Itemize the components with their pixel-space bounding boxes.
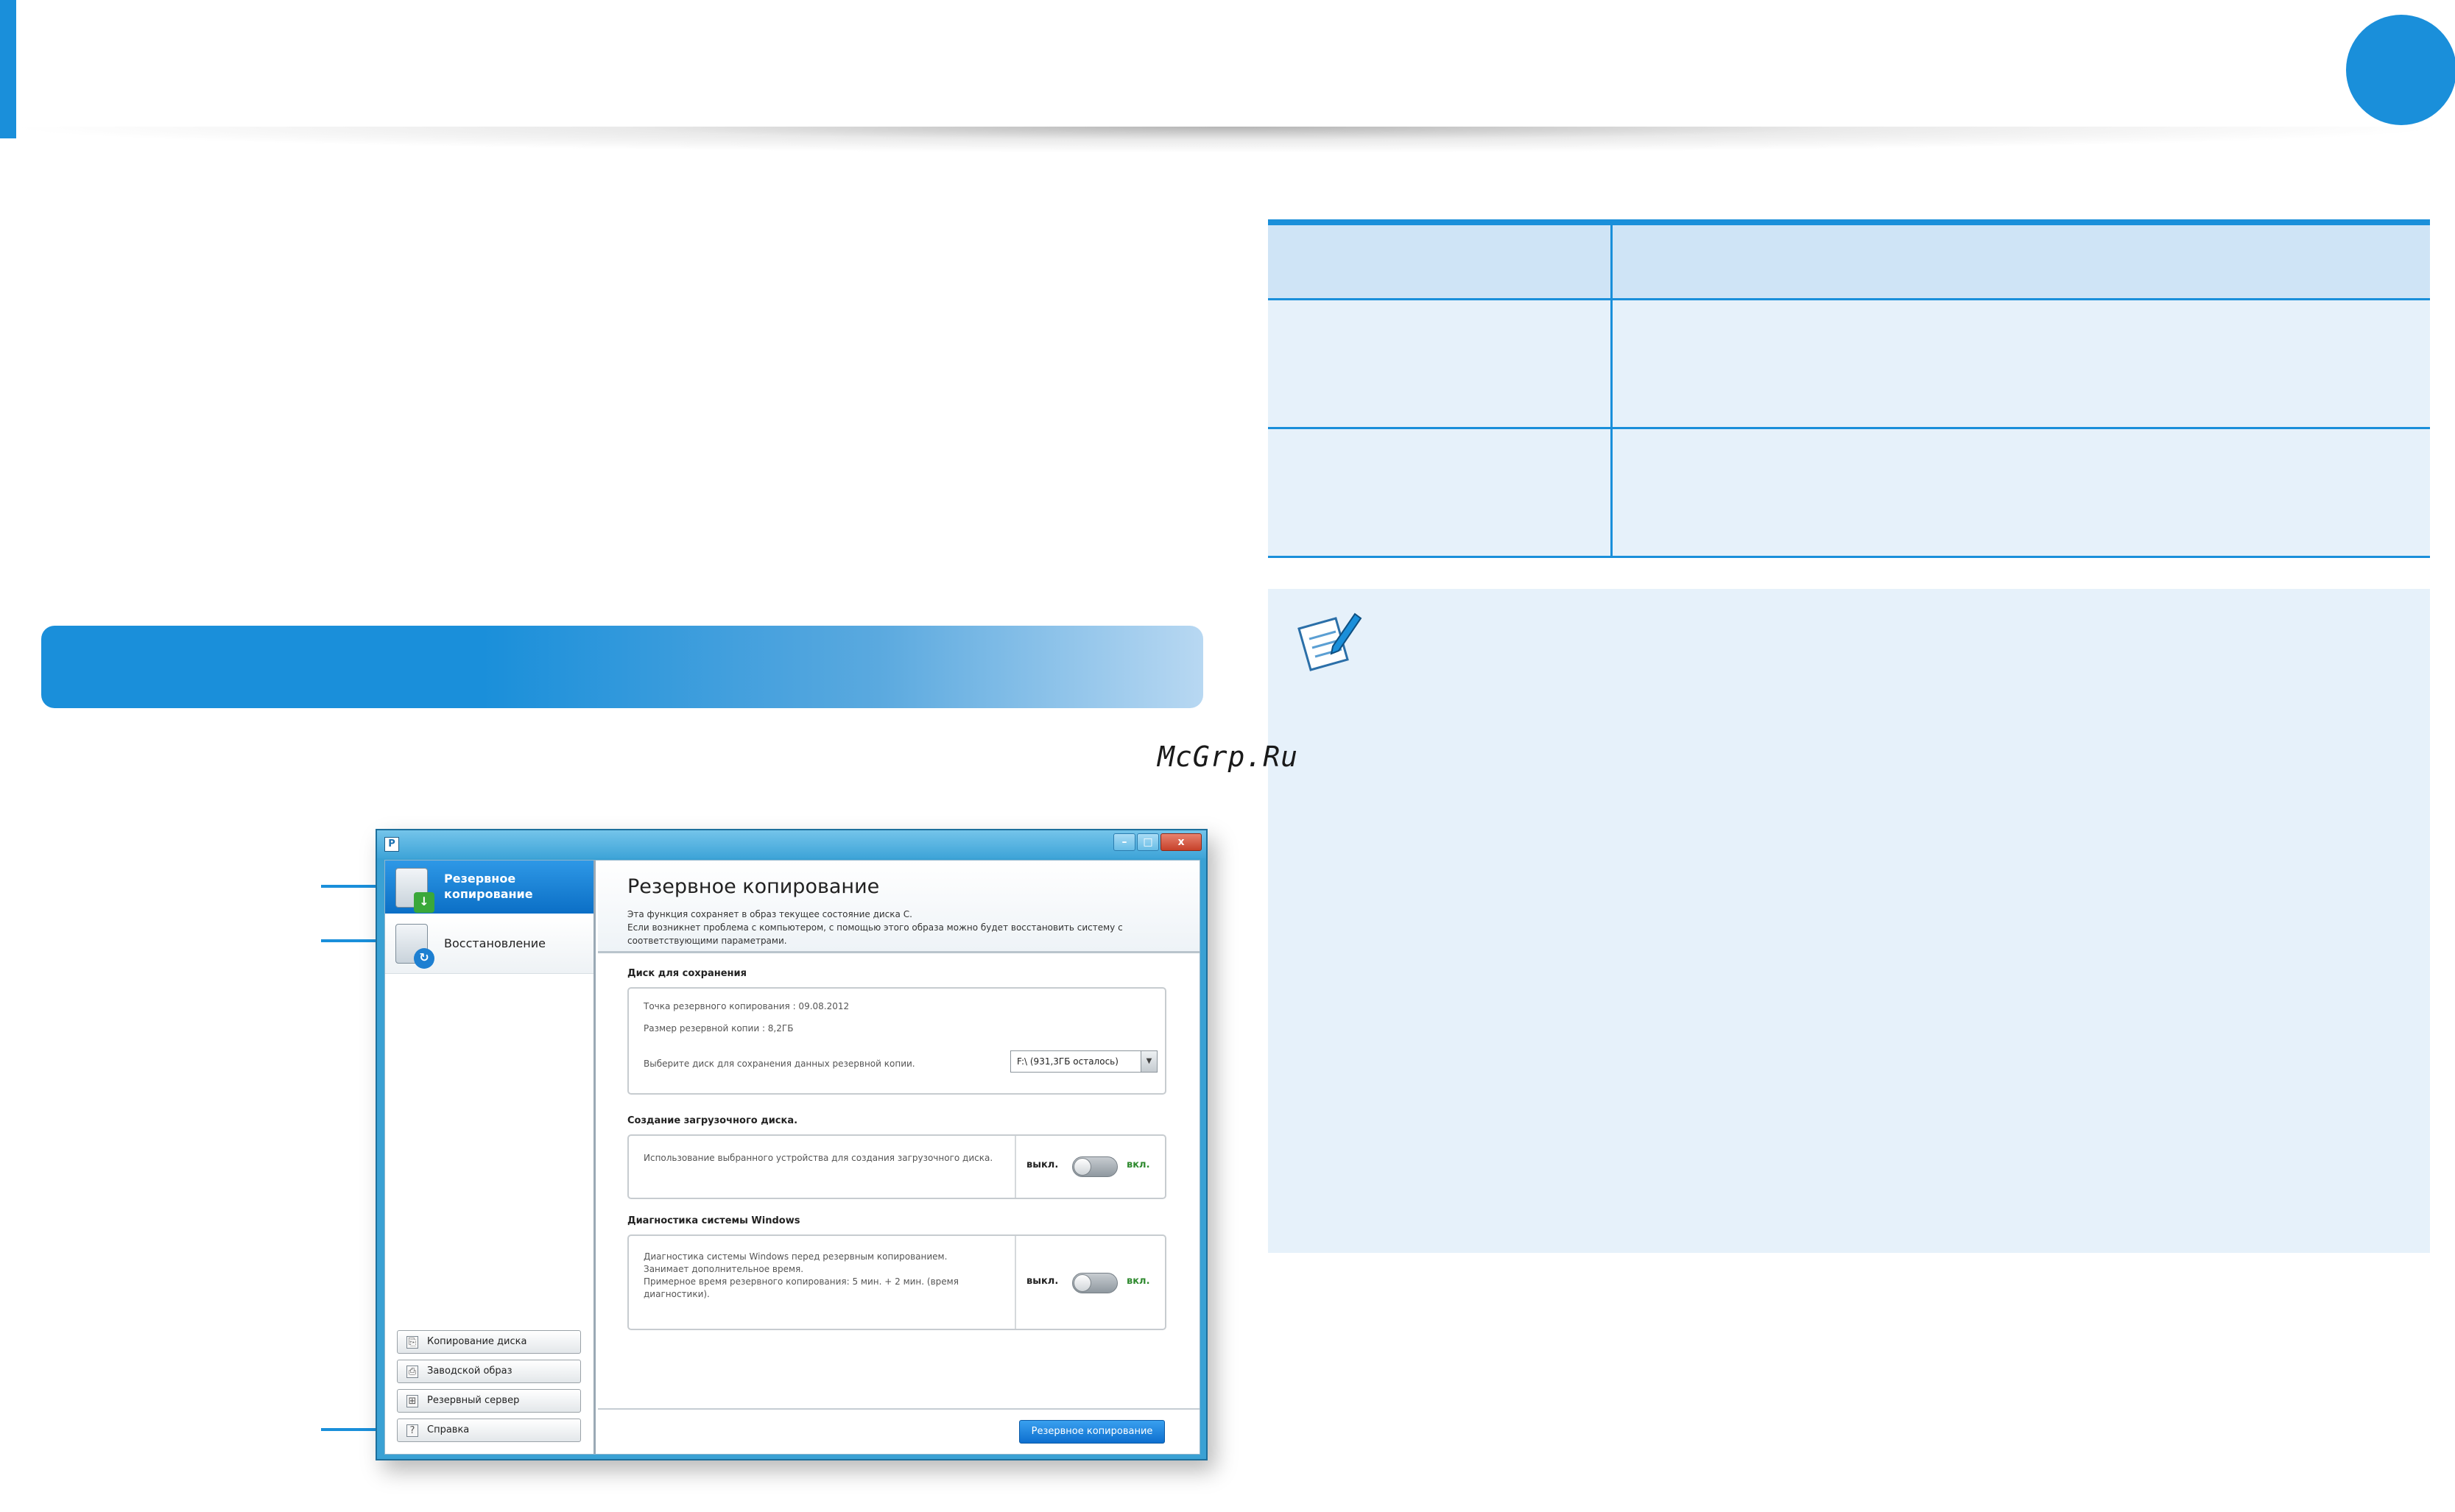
disk-group-title: Диск для сохранения <box>627 968 747 979</box>
main-pane: Резервное копирование Эта функция сохран… <box>598 861 1200 1454</box>
main-footer: Резервное копирование <box>598 1408 1200 1454</box>
header-divider <box>0 127 2455 153</box>
factory-image-icon: ⎙ <box>406 1366 418 1378</box>
page-accent-bar <box>0 0 16 138</box>
toggle-off-label: выкл. <box>1026 1276 1059 1287</box>
chevron-down-icon[interactable]: ▼ <box>1141 1051 1157 1072</box>
factory-image-button[interactable]: ⎙ Заводской образ <box>397 1360 581 1383</box>
maximize-button[interactable]: □ <box>1137 833 1159 851</box>
toggle-divider <box>1015 1136 1016 1198</box>
table-header-row <box>1268 225 2430 300</box>
server-icon: ⊞ <box>406 1395 418 1407</box>
sidebar: ↓ Резервное копирование ↻ Восстановление… <box>385 861 596 1454</box>
table-row <box>1268 300 2430 429</box>
app-icon: P <box>384 837 399 852</box>
select-disk-prompt: Выберите диск для сохранения данных резе… <box>644 1059 915 1069</box>
backup-point-text: Точка резервного копирования : 09.08.201… <box>644 1001 850 1011</box>
note-box <box>1268 589 2430 1253</box>
sidebar-item-label: Резервное копирование <box>444 872 533 901</box>
toggle-off-label: выкл. <box>1026 1159 1059 1170</box>
page-title: Резервное копирование <box>627 875 880 898</box>
section-banner <box>41 626 1203 708</box>
toggle-on-label: вкл. <box>1127 1276 1150 1287</box>
disk-select-value: F:\ (931,3ГБ осталось) <box>1017 1056 1119 1067</box>
start-backup-button[interactable]: Резервное копирование <box>1019 1420 1165 1444</box>
disk-select[interactable]: F:\ (931,3ГБ осталось) ▼ <box>1010 1050 1158 1073</box>
diag-group-title: Диагностика системы Windows <box>627 1215 800 1226</box>
close-button[interactable]: x <box>1160 833 1202 851</box>
sidebar-item-restore[interactable]: ↻ Восстановление <box>385 916 594 974</box>
page-description: Эта функция сохраняет в образ текущее со… <box>627 909 1123 946</box>
page-number-badge <box>2346 15 2455 125</box>
backup-disk-icon: ↓ <box>395 868 434 913</box>
sidebar-item-label: Восстановление <box>444 936 546 950</box>
restore-disk-icon: ↻ <box>395 924 434 969</box>
main-header: Резервное копирование Эта функция сохран… <box>598 861 1200 953</box>
app-window: P – □ x ↓ Резервное копирование ↻ Восста… <box>376 829 1208 1460</box>
help-icon: ? <box>406 1424 418 1437</box>
boot-group-title: Создание загрузочного диска. <box>627 1115 798 1126</box>
disk-copy-icon: ⎘ <box>406 1336 418 1349</box>
table-top-rule <box>1268 219 2430 225</box>
watermark-text: McGrp.Ru <box>1158 741 1299 773</box>
table-row <box>1268 429 2430 558</box>
help-button[interactable]: ? Справка <box>397 1419 581 1442</box>
backup-server-button[interactable]: ⊞ Резервный сервер <box>397 1389 581 1413</box>
toggle-knob <box>1074 1158 1091 1176</box>
note-pencil-icon <box>1297 612 1362 671</box>
toggle-divider <box>1015 1236 1016 1329</box>
restore-arrow-icon: ↻ <box>414 948 434 969</box>
disk-copy-button[interactable]: ⎘ Копирование диска <box>397 1330 581 1354</box>
disk-group: Точка резервного копирования : 09.08.201… <box>627 987 1166 1095</box>
diagnostics-toggle[interactable] <box>1072 1273 1118 1293</box>
boot-group: Использование выбранного устройства для … <box>627 1134 1166 1199</box>
info-table <box>1268 219 2430 558</box>
boot-group-text: Использование выбранного устройства для … <box>644 1153 993 1163</box>
download-arrow-icon: ↓ <box>414 892 434 913</box>
minimize-button[interactable]: – <box>1113 833 1135 851</box>
sidebar-item-backup[interactable]: ↓ Резервное копирование <box>385 861 594 914</box>
backup-size-text: Размер резервной копии : 8,2ГБ <box>644 1023 794 1034</box>
window-titlebar[interactable]: P – □ x <box>377 830 1206 858</box>
diag-text: Диагностика системы Windows перед резерв… <box>644 1251 959 1299</box>
boot-disk-toggle[interactable] <box>1072 1156 1118 1177</box>
toggle-on-label: вкл. <box>1127 1159 1150 1170</box>
toggle-knob <box>1074 1274 1091 1292</box>
window-client: ↓ Резервное копирование ↻ Восстановление… <box>384 860 1200 1455</box>
diag-group: Диагностика системы Windows перед резерв… <box>627 1234 1166 1330</box>
